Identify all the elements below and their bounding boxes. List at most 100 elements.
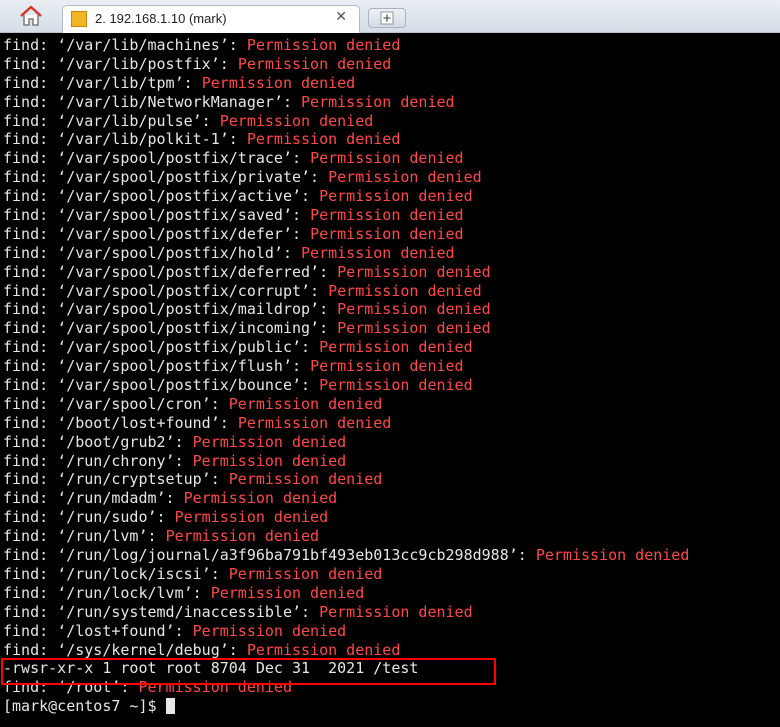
terminal-line: find: ‘/var/lib/postfix’: Permission den… bbox=[0, 55, 780, 74]
add-icon bbox=[380, 11, 394, 25]
line-error: Permission denied bbox=[219, 111, 374, 130]
line-error: Permission denied bbox=[192, 432, 347, 451]
line-prefix: find: bbox=[3, 640, 58, 659]
line-prefix: find: bbox=[3, 187, 58, 206]
line-prefix: find: bbox=[3, 432, 58, 451]
highlighted-line: -rwsr-xr-x 1 root root 8704 Dec 31 2021 … bbox=[3, 659, 419, 678]
cursor bbox=[165, 698, 175, 715]
terminal-line: find: ‘/var/spool/postfix/trace’: Permis… bbox=[0, 149, 780, 168]
line-path: ‘/sys/kernel/debug’: bbox=[57, 640, 247, 659]
line-prefix: find: bbox=[3, 602, 58, 621]
line-prefix: find: bbox=[3, 489, 58, 508]
terminal-line: find: ‘/var/spool/postfix/hold’: Permiss… bbox=[0, 244, 780, 263]
tab-bar: 2. 192.168.1.10 (mark) ✕ bbox=[0, 0, 780, 33]
line-error: Permission denied bbox=[301, 243, 455, 262]
line-prefix: find: bbox=[3, 281, 58, 300]
line-prefix: find: bbox=[3, 583, 58, 602]
close-icon[interactable]: ✕ bbox=[335, 9, 347, 25]
terminal-line: find: ‘/var/spool/postfix/corrupt’: Perm… bbox=[0, 282, 780, 301]
terminal-line: find: ‘/var/spool/postfix/maildrop’: Per… bbox=[0, 300, 780, 319]
line-path: ‘/run/sudo’: bbox=[57, 508, 175, 527]
terminal-line: find: ‘/lost+found’: Permission denied bbox=[0, 622, 780, 641]
terminal-line: find: ‘/var/spool/postfix/private’: Perm… bbox=[0, 168, 780, 187]
line-error: Permission denied bbox=[246, 36, 401, 54]
line-error: Permission denied bbox=[319, 376, 473, 395]
line-path: ‘/var/spool/postfix/maildrop’: bbox=[57, 300, 338, 319]
line-error: Permission denied bbox=[310, 357, 464, 376]
line-error: Permission denied bbox=[192, 451, 347, 470]
line-path: ‘/run/log/journal/a3f96ba791bf493eb013cc… bbox=[57, 546, 536, 565]
line-error: Permission denied bbox=[319, 338, 473, 357]
line-path: ‘/var/spool/postfix/corrupt’: bbox=[57, 281, 329, 300]
line-prefix: find: bbox=[3, 564, 58, 583]
terminal-line: find: ‘/boot/lost+found’: Permission den… bbox=[0, 414, 780, 433]
terminal-line: find: ‘/var/lib/NetworkManager’: Permiss… bbox=[0, 93, 780, 112]
terminal-line: find: ‘/var/lib/machines’: Permission de… bbox=[0, 36, 780, 55]
line-prefix: find: bbox=[3, 527, 58, 546]
tab-title: 2. 192.168.1.10 (mark) bbox=[95, 11, 227, 26]
terminal-line: find: ‘/var/lib/pulse’: Permission denie… bbox=[0, 112, 780, 131]
terminal-line: find: ‘/boot/grub2’: Permission denied bbox=[0, 433, 780, 452]
new-tab-button[interactable] bbox=[368, 8, 406, 28]
line-prefix: find: bbox=[3, 36, 58, 54]
terminal-line: find: ‘/var/lib/polkit-1’: Permission de… bbox=[0, 130, 780, 149]
line-error: Permission denied bbox=[210, 583, 365, 602]
line-prefix: find: bbox=[3, 508, 58, 527]
terminal-line: find: ‘/var/spool/cron’: Permission deni… bbox=[0, 395, 780, 414]
line-path: ‘/var/spool/postfix/bounce’: bbox=[57, 376, 320, 395]
terminal-line: find: ‘/var/lib/tpm’: Permission denied bbox=[0, 74, 780, 93]
line-prefix: find: bbox=[3, 149, 58, 168]
line-path: ‘/var/spool/postfix/flush’: bbox=[57, 357, 311, 376]
terminal-line: find: ‘/var/spool/postfix/active’: Permi… bbox=[0, 187, 780, 206]
line-error: Permission denied bbox=[535, 546, 690, 565]
terminal-line: find: ‘/root’: Permission denied bbox=[0, 678, 780, 697]
line-prefix: find: bbox=[3, 92, 58, 111]
terminal-line: find: ‘/var/spool/postfix/public’: Permi… bbox=[0, 338, 780, 357]
line-path: ‘/var/spool/postfix/public’: bbox=[57, 338, 320, 357]
line-error: Permission denied bbox=[310, 206, 464, 225]
home-button[interactable] bbox=[16, 4, 46, 28]
line-path: ‘/var/spool/postfix/incoming’: bbox=[57, 319, 338, 338]
terminal-line: find: ‘/var/spool/postfix/bounce’: Permi… bbox=[0, 376, 780, 395]
line-error: Permission denied bbox=[246, 640, 401, 659]
prompt-line[interactable]: [mark@centos7 ~]$ bbox=[0, 697, 780, 716]
terminal-line: find: ‘/var/spool/postfix/defer’: Permis… bbox=[0, 225, 780, 244]
terminal-line: find: ‘/run/mdadm’: Permission denied bbox=[0, 489, 780, 508]
line-path: ‘/lost+found’: bbox=[57, 621, 193, 640]
line-error: Permission denied bbox=[310, 224, 464, 243]
session-tab[interactable]: 2. 192.168.1.10 (mark) ✕ bbox=[62, 5, 360, 33]
line-path: ‘/var/lib/NetworkManager’: bbox=[57, 92, 302, 111]
line-path: ‘/var/lib/machines’: bbox=[57, 36, 247, 54]
line-error: Permission denied bbox=[328, 168, 482, 187]
line-prefix: find: bbox=[3, 357, 58, 376]
line-path: ‘/var/spool/postfix/trace’: bbox=[57, 149, 311, 168]
terminal-line: find: ‘/var/spool/postfix/flush’: Permis… bbox=[0, 357, 780, 376]
line-prefix: find: bbox=[3, 206, 58, 225]
terminal-line: find: ‘/run/lock/iscsi’: Permission deni… bbox=[0, 565, 780, 584]
line-error: Permission denied bbox=[237, 54, 392, 73]
line-path: ‘/boot/lost+found’: bbox=[57, 413, 238, 432]
line-path: ‘/boot/grub2’: bbox=[57, 432, 193, 451]
line-path: ‘/var/spool/postfix/active’: bbox=[57, 187, 320, 206]
line-prefix: find: bbox=[3, 111, 58, 130]
prompt-text: [mark@centos7 ~]$ bbox=[3, 697, 166, 716]
line-path: ‘/var/lib/pulse’: bbox=[57, 111, 220, 130]
line-error: Permission denied bbox=[337, 319, 491, 338]
line-prefix: find: bbox=[3, 546, 58, 565]
line-prefix: find: bbox=[3, 54, 58, 73]
line-error: Permission denied bbox=[246, 130, 401, 149]
line-error: Permission denied bbox=[237, 413, 392, 432]
terminal-output[interactable]: find: ‘/var/lib/machines’: Permission de… bbox=[0, 36, 780, 727]
line-prefix: find: bbox=[3, 224, 58, 243]
line-path: ‘/var/spool/postfix/private’: bbox=[57, 168, 329, 187]
line-path: ‘/var/lib/tpm’: bbox=[57, 73, 202, 92]
line-path: ‘/var/lib/postfix’: bbox=[57, 54, 238, 73]
line-error: Permission denied bbox=[337, 300, 491, 319]
line-error: Permission denied bbox=[319, 187, 473, 206]
line-path: ‘/var/spool/postfix/saved’: bbox=[57, 206, 311, 225]
line-path: ‘/run/cryptsetup’: bbox=[57, 470, 229, 489]
line-error: Permission denied bbox=[310, 149, 464, 168]
line-prefix: find: bbox=[3, 130, 58, 149]
line-prefix: find: bbox=[3, 451, 58, 470]
line-error: Permission denied bbox=[228, 394, 383, 413]
